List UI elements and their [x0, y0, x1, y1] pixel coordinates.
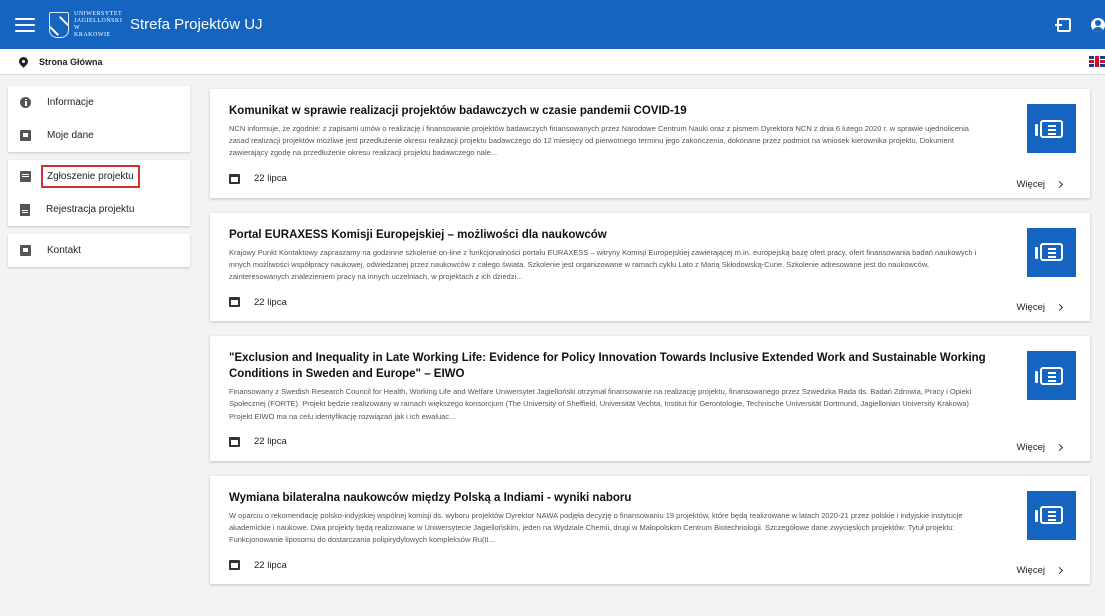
news-date: 22 lipca [254, 559, 287, 571]
sidebar-group: Zgłoszenie projektu Rejestracja projektu [8, 160, 190, 226]
news-title[interactable]: Wymiana bilateralna naukowców między Pol… [229, 490, 990, 506]
id-card-icon [20, 130, 31, 141]
contact-card-icon [20, 245, 31, 256]
news-excerpt: Krajowy Punkt Kontaktowy zapraszamy na g… [229, 247, 977, 282]
sidebar-item-label: Zgłoszenie projektu [41, 165, 140, 188]
more-link[interactable]: Więcej [1016, 302, 1064, 314]
more-label: Więcej [1016, 178, 1045, 190]
news-list: Komunikat w sprawie realizacji projektów… [210, 89, 1090, 599]
sidebar: Informacje Moje dane Zgłoszenie projektu… [8, 86, 190, 275]
sidebar-item-moje-dane[interactable]: Moje dane [8, 119, 190, 152]
chevron-right-icon [1055, 304, 1064, 312]
breadcrumb: Strona Główna [0, 49, 1105, 75]
news-thumbnail[interactable] [1027, 227, 1076, 277]
sidebar-item-label: Kontakt [47, 245, 81, 256]
account-icon[interactable] [1091, 17, 1105, 32]
top-app-bar: Uniwersytet Jagielloński w Krakowie Stre… [0, 0, 1105, 49]
chevron-right-icon [1055, 567, 1064, 575]
news-date: 22 lipca [254, 173, 287, 185]
more-label: Więcej [1016, 565, 1045, 577]
news-article-icon [1035, 506, 1063, 525]
sidebar-item-label: Moje dane [47, 130, 94, 141]
menu-icon[interactable] [15, 17, 35, 32]
chevron-right-icon [1055, 180, 1064, 188]
news-date: 22 lipca [254, 296, 287, 308]
university-logo[interactable]: Uniwersytet Jagielloński w Krakowie [49, 10, 123, 39]
news-thumbnail[interactable] [1027, 104, 1076, 153]
info-icon [20, 97, 31, 108]
news-title[interactable]: Portal EURAXESS Komisji Europejskiej – m… [229, 227, 990, 243]
more-label: Więcej [1016, 302, 1045, 314]
news-excerpt: Finansowany z Swedish Research Council f… [229, 387, 972, 421]
chevron-right-icon [1055, 443, 1064, 451]
news-card: Komunikat w sprawie realizacji projektów… [210, 89, 1090, 198]
calendar-icon [229, 436, 240, 447]
sidebar-item-zgloszenie-projektu[interactable]: Zgłoszenie projektu [8, 160, 190, 193]
news-title[interactable]: "Exclusion and Inequality in Late Workin… [229, 350, 990, 382]
news-thumbnail[interactable] [1027, 351, 1076, 401]
more-link[interactable]: Więcej [1016, 565, 1064, 577]
news-excerpt: W oparciu o rekomendację polsko-indyjski… [229, 510, 963, 545]
document-icon [20, 203, 30, 216]
calendar-icon [229, 173, 240, 184]
news-date: 22 lipca [254, 436, 287, 448]
sidebar-item-informacje[interactable]: Informacje [8, 86, 190, 119]
more-link[interactable]: Więcej [1016, 178, 1064, 190]
sidebar-group: Kontakt [8, 234, 190, 267]
news-title[interactable]: Komunikat w sprawie realizacji projektów… [229, 103, 990, 119]
sidebar-item-kontakt[interactable]: Kontakt [8, 234, 190, 267]
message-icon [20, 171, 31, 182]
news-article-icon [1035, 119, 1063, 138]
news-card: Portal EURAXESS Komisji Europejskiej – m… [210, 212, 1090, 322]
sidebar-item-label: Rejestracja projektu [46, 204, 135, 215]
more-link[interactable]: Więcej [1016, 441, 1064, 453]
location-pin-icon [17, 55, 30, 68]
news-excerpt: NCN informuje, że zgodnie: z zapisami um… [229, 124, 969, 158]
uk-flag-icon[interactable] [1089, 56, 1105, 67]
sidebar-item-label: Informacje [47, 97, 94, 108]
breadcrumb-home[interactable]: Strona Główna [39, 57, 103, 67]
crest-icon [49, 11, 69, 38]
news-article-icon [1035, 366, 1063, 385]
news-thumbnail[interactable] [1027, 490, 1076, 540]
sidebar-group: Informacje Moje dane [8, 86, 190, 152]
calendar-icon [229, 560, 240, 571]
sidebar-item-rejestracja-projektu[interactable]: Rejestracja projektu [8, 193, 190, 226]
app-title[interactable]: Strefa Projektów UJ [130, 16, 263, 33]
logo-text: Uniwersytet Jagielloński w Krakowie [74, 10, 123, 38]
news-card: "Exclusion and Inequality in Late Workin… [210, 336, 1090, 461]
more-label: Więcej [1016, 441, 1045, 453]
news-article-icon [1035, 243, 1063, 262]
calendar-icon [229, 297, 240, 308]
news-card: Wymiana bilateralna naukowców między Pol… [210, 475, 1090, 585]
login-icon[interactable] [1055, 17, 1071, 32]
